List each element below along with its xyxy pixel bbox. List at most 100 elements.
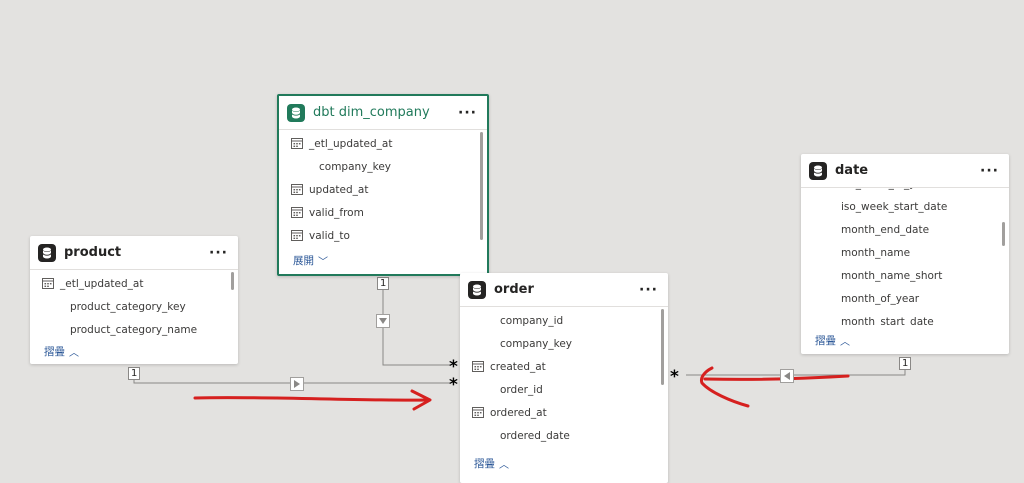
cardinality-many-company: * xyxy=(449,357,458,377)
field-row[interactable]: company_key xyxy=(472,332,660,355)
field-row[interactable]: iso_week_of_year xyxy=(813,188,1001,195)
filter-direction-left-icon[interactable] xyxy=(780,369,794,383)
database-icon xyxy=(809,161,827,180)
field-row[interactable]: month_of_year xyxy=(813,287,1001,310)
table-card-dim-company[interactable]: dbt dim_company ··· _etl_updated_at comp… xyxy=(277,94,489,276)
cardinality-many-product: * xyxy=(449,375,458,395)
field-name: product_category_key xyxy=(70,300,186,313)
field-row[interactable]: month_end_date xyxy=(813,218,1001,241)
table-card-header: date ··· xyxy=(801,154,1009,188)
field-name: created_at xyxy=(490,360,546,373)
table-title: product xyxy=(64,245,122,260)
table-title: date xyxy=(835,163,869,178)
filter-direction-right-icon[interactable] xyxy=(290,377,304,391)
field-name: month_of_year xyxy=(841,292,920,305)
calendar-icon xyxy=(291,207,303,218)
field-row[interactable]: _etl_updated_at xyxy=(42,272,230,295)
field-row[interactable]: product_category_key xyxy=(42,295,230,318)
field-row[interactable]: month_start_date xyxy=(813,310,1001,327)
cardinality-one-company: 1 xyxy=(377,277,390,290)
annotation-arrow-right-head xyxy=(700,366,750,408)
field-row[interactable]: iso_week_start_date xyxy=(813,195,1001,218)
table-title: dbt dim_company xyxy=(313,105,430,120)
cardinality-many-date: * xyxy=(670,367,679,387)
scrollbar[interactable] xyxy=(1002,222,1005,246)
field-name: iso_week_of_year xyxy=(841,188,933,190)
table-card-order[interactable]: order ··· company_id company_key created… xyxy=(460,273,668,483)
expand-label: 展開 xyxy=(293,254,314,267)
table-card-product[interactable]: product ··· _etl_updated_at product_cate… xyxy=(30,236,238,364)
scrollbar[interactable] xyxy=(231,272,234,290)
collapse-label: 摺疊 xyxy=(474,457,495,470)
collapse-toggle[interactable]: 摺疊 ︿ xyxy=(44,341,79,361)
table-card-date[interactable]: date ··· iso_week_of_year iso_week_start… xyxy=(801,154,1009,354)
field-row[interactable]: ordered_date xyxy=(472,424,660,447)
field-name: updated_at xyxy=(309,183,369,196)
more-options-button[interactable]: ··· xyxy=(978,163,1001,179)
field-name: company_id xyxy=(500,314,564,327)
field-name: month_name xyxy=(841,246,911,259)
chevron-up-icon: ︿ xyxy=(69,347,79,359)
chevron-up-icon: ︿ xyxy=(499,459,509,471)
field-list: _etl_updated_at company_key updated_at v… xyxy=(279,130,487,247)
field-row[interactable]: company_key xyxy=(291,155,479,178)
field-row[interactable]: order_id xyxy=(472,378,660,401)
calendar-icon xyxy=(472,361,484,372)
more-options-button[interactable]: ··· xyxy=(637,282,660,298)
field-row[interactable]: _etl_updated_at xyxy=(291,132,479,155)
field-row[interactable]: month_name_short xyxy=(813,264,1001,287)
table-card-header: dbt dim_company ··· xyxy=(279,96,487,130)
calendar-icon xyxy=(291,184,303,195)
calendar-icon xyxy=(472,407,484,418)
field-name: month_end_date xyxy=(841,223,930,236)
calendar-icon xyxy=(291,230,303,241)
field-name: order_id xyxy=(500,383,543,396)
calendar-icon xyxy=(291,138,303,149)
collapse-label: 摺疊 xyxy=(44,345,65,358)
collapse-label: 摺疊 xyxy=(815,334,836,347)
field-name: month_start_date xyxy=(841,315,934,327)
scrollbar[interactable] xyxy=(480,132,483,240)
annotation-arrow-right xyxy=(703,374,850,381)
cardinality-one-product: 1 xyxy=(128,367,141,380)
collapse-toggle[interactable]: 摺疊 ︿ xyxy=(474,453,509,473)
collapse-toggle[interactable]: 摺疊 ︿ xyxy=(815,330,850,350)
field-name: month_name_short xyxy=(841,269,943,282)
field-name: product_category_name xyxy=(70,323,198,336)
field-name: company_key xyxy=(500,337,573,350)
scrollbar[interactable] xyxy=(661,309,664,385)
cardinality-one-date: 1 xyxy=(899,357,912,370)
table-card-header: product ··· xyxy=(30,236,238,270)
chevron-up-icon: ︿ xyxy=(840,336,850,348)
field-name: _etl_updated_at xyxy=(309,137,393,150)
field-list: company_id company_key created_at order_… xyxy=(460,307,668,447)
field-list: _etl_updated_at product_category_key pro… xyxy=(30,270,238,341)
field-name: ordered_date xyxy=(500,429,570,442)
more-options-button[interactable]: ··· xyxy=(207,245,230,261)
field-row[interactable]: created_at xyxy=(472,355,660,378)
calendar-icon xyxy=(42,278,54,289)
chevron-down-icon: ﹀ xyxy=(318,256,328,268)
more-options-button[interactable]: ··· xyxy=(456,105,479,121)
annotation-arrow-left xyxy=(193,396,430,402)
field-name: valid_to xyxy=(309,229,350,242)
table-title: order xyxy=(494,282,534,297)
field-row[interactable]: valid_from xyxy=(291,201,479,224)
relationship-line-date-order xyxy=(686,366,906,376)
filter-direction-down-icon[interactable] xyxy=(376,314,390,328)
field-row[interactable]: valid_to xyxy=(291,224,479,247)
field-row[interactable]: ordered_at xyxy=(472,401,660,424)
field-row[interactable]: updated_at xyxy=(291,178,479,201)
table-card-header: order ··· xyxy=(460,273,668,307)
field-name: valid_from xyxy=(309,206,364,219)
field-list: iso_week_of_year iso_week_start_date mon… xyxy=(801,188,1009,326)
database-icon xyxy=(287,103,305,122)
relationship-line-company-order xyxy=(382,283,450,366)
field-name: _etl_updated_at xyxy=(60,277,144,290)
field-row[interactable]: month_name xyxy=(813,241,1001,264)
field-row[interactable]: company_id xyxy=(472,309,660,332)
field-name: ordered_at xyxy=(490,406,547,419)
field-name: iso_week_start_date xyxy=(841,200,948,213)
expand-toggle[interactable]: 展開 ﹀ xyxy=(293,250,328,270)
field-row[interactable]: product_category_name xyxy=(42,318,230,341)
